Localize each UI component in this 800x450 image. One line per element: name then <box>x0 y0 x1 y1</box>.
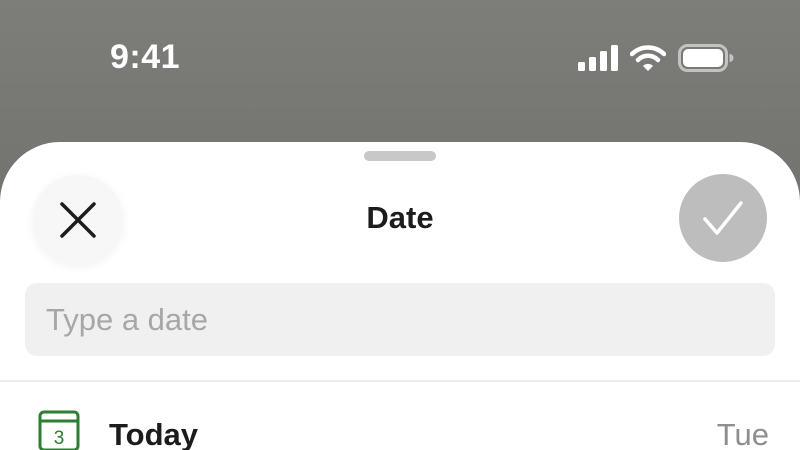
list-item-today[interactable]: 3 Today Tue <box>0 390 800 450</box>
battery-icon <box>678 44 734 72</box>
date-sheet: Date 3 Today Tue <box>0 142 800 450</box>
sheet-title: Date <box>366 200 434 235</box>
checkmark-icon <box>703 201 743 235</box>
calendar-icon: 3 <box>38 410 80 450</box>
close-icon <box>60 202 96 238</box>
sheet-grabber[interactable] <box>364 151 436 161</box>
divider <box>0 380 800 382</box>
wifi-icon <box>630 45 666 71</box>
status-bar: 9:41 <box>0 0 800 120</box>
close-button[interactable] <box>33 175 123 265</box>
today-label: Today <box>109 417 198 450</box>
cellular-signal-icon <box>578 45 618 71</box>
date-input[interactable] <box>25 283 775 356</box>
today-day: Tue <box>716 417 769 450</box>
status-icons <box>578 44 734 72</box>
status-time: 9:41 <box>110 38 181 76</box>
confirm-button[interactable] <box>679 174 767 262</box>
screen: 9:41 Date Type a date 3 Today Tue <box>0 0 800 450</box>
calendar-icon-number: 3 <box>54 428 65 449</box>
